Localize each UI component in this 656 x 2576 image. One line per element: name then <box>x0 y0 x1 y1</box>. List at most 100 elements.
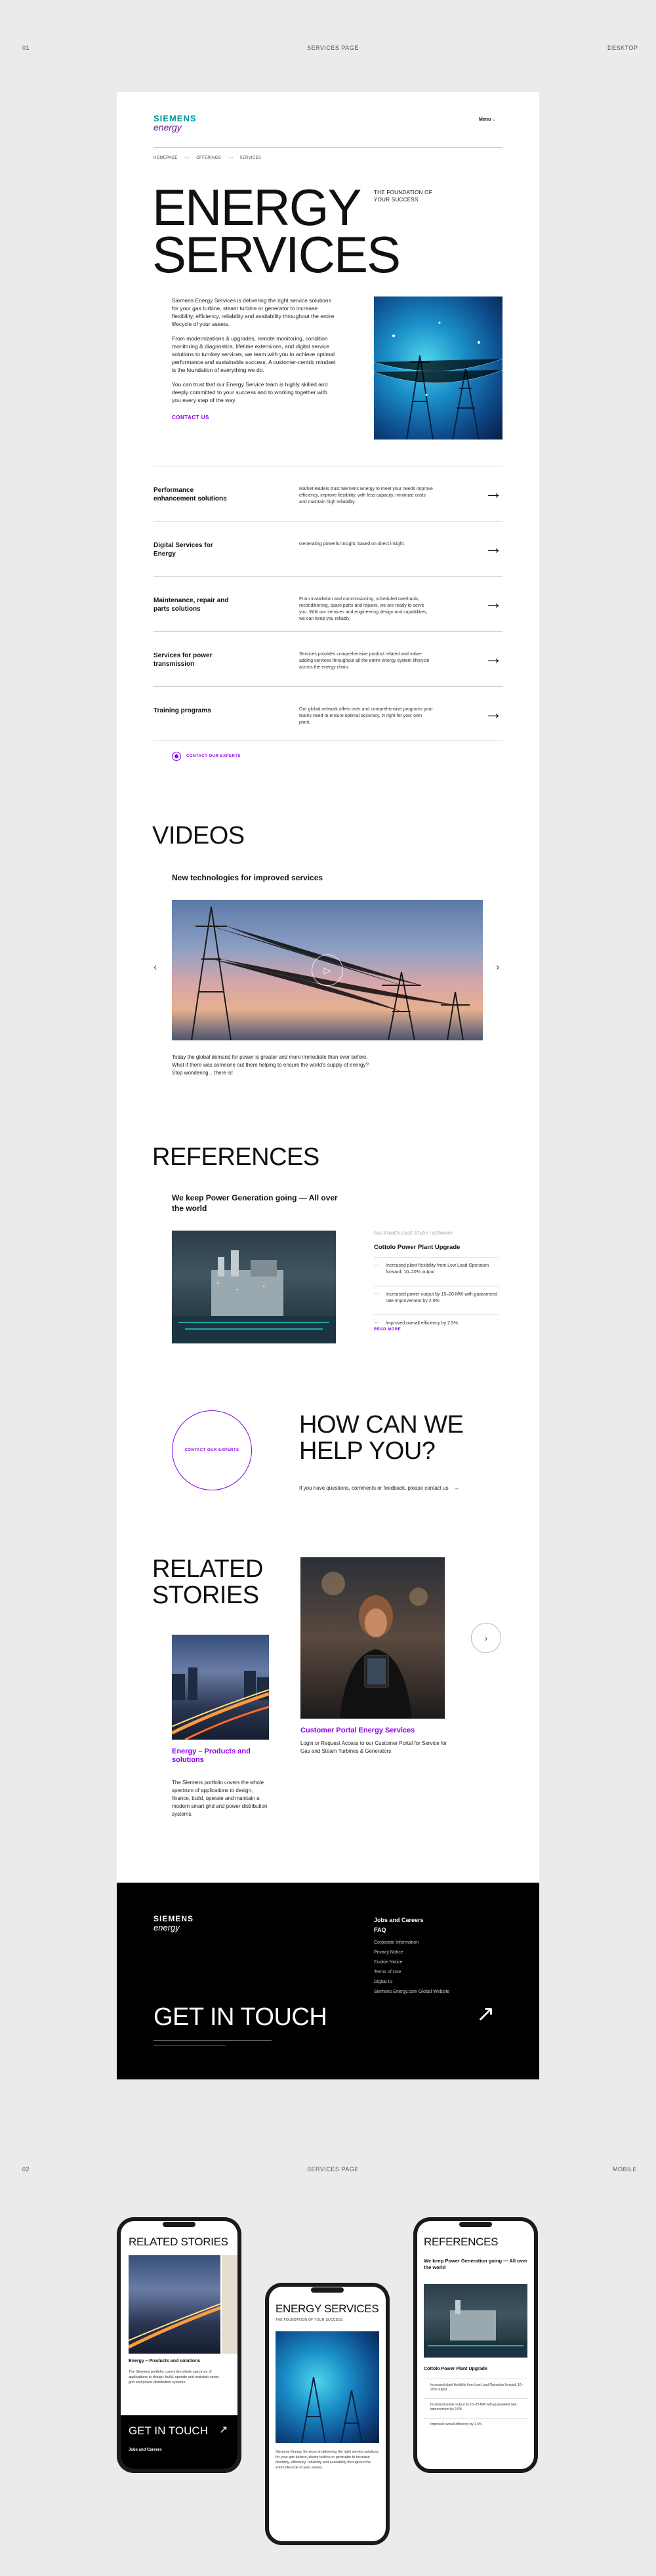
help-heading-line-1: HOW CAN WE <box>299 1411 464 1439</box>
site-footer: SIEMENS energy Jobs and Careers FAQ Corp… <box>117 1883 539 2079</box>
breadcrumb-home[interactable]: HOMEPAGE <box>154 156 178 160</box>
chevron-down-icon: ⌄ <box>492 117 497 122</box>
frame-number: 02 <box>22 2166 30 2173</box>
footer-jobs-link[interactable]: Jobs and Careers <box>374 1915 449 1925</box>
intro-paragraph-1: Siemens Energy Services is delivering th… <box>172 297 335 327</box>
case-study-title: Cottolo Power Plant Upgrade <box>374 1244 461 1251</box>
arrow-right-icon: → <box>453 1485 459 1491</box>
breadcrumb: HOMEPAGE —› OFFERINGS —› SERVICES <box>154 156 261 160</box>
dot-icon <box>172 752 181 761</box>
service-row[interactable]: Performance enhancement solutions Market… <box>154 466 502 521</box>
arrow-right-icon[interactable]: → <box>484 539 502 557</box>
mobile-city-image[interactable] <box>129 2255 220 2354</box>
mobile-services-intro: Siemens Energy Services is delivering th… <box>276 2450 379 2470</box>
story1-title[interactable]: Energy – Products and solutions <box>172 1748 270 1765</box>
references-subheading: We keep Power Generation going — All ove… <box>172 1193 338 1213</box>
menu-button[interactable]: Menu ⌄ <box>479 117 496 122</box>
service-title: Digital Services for Energy <box>154 542 213 558</box>
mobile-story-title[interactable]: Energy – Products and solutions <box>129 2359 220 2363</box>
arrow-right-icon[interactable]: → <box>484 483 502 502</box>
header-divider <box>154 147 502 148</box>
mobile-services-tagline: THE FOUNDATION OF YOUR SUCCESS <box>276 2318 343 2322</box>
mobile-hero-image <box>276 2331 379 2443</box>
video-caption: Today the global demand for power is gre… <box>172 1054 369 1076</box>
arrow-up-right-icon[interactable]: ↗ <box>476 2001 495 2027</box>
story2-title[interactable]: Customer Portal Energy Services <box>300 1727 415 1734</box>
phone-screen: ENERGY SERVICES THE FOUNDATION OF YOUR S… <box>269 2287 386 2541</box>
frame-number: 01 <box>22 45 30 51</box>
arrow-right-icon[interactable]: → <box>484 704 502 722</box>
get-in-touch-heading[interactable]: GET IN TOUCH <box>154 2003 327 2032</box>
mobile-services-heading: ENERGY SERVICES <box>276 2302 379 2315</box>
arrow-right-icon[interactable]: → <box>484 649 502 667</box>
siemens-energy-logo[interactable]: SIEMENS energy <box>154 114 197 132</box>
footer-divider <box>154 2040 272 2041</box>
footer-logo[interactable]: SIEMENS energy <box>154 1914 194 1932</box>
mobile-reference-bullet: Increased plant flexibility from Low Loa… <box>424 2379 527 2392</box>
phone-notch <box>311 2287 344 2293</box>
footer-link[interactable]: Privacy Notice <box>374 1948 449 1957</box>
hero-tagline: THE FOUNDATION OF YOUR SUCCESS <box>374 190 432 203</box>
contact-experts-circle[interactable]: CONTACT OUR EXPERTS <box>172 1410 252 1490</box>
story2-text: Login or Request Access to our Customer … <box>300 1740 447 1754</box>
mobile-references-sub: We keep Power Generation going — All ove… <box>424 2258 527 2270</box>
contact-experts-link[interactable]: CONTACT OUR EXPERTS <box>172 752 241 761</box>
videos-heading: VIDEOS <box>152 822 245 849</box>
mobile-case-title: Cottolo Power Plant Upgrade <box>424 2367 487 2371</box>
help-heading: HOW CAN WE HELP YOU? <box>299 1411 464 1465</box>
mobile-phone-services: ENERGY SERVICES THE FOUNDATION OF YOUR S… <box>265 2283 390 2545</box>
footer-link[interactable]: Digital ID <box>374 1977 449 1987</box>
carousel-next-icon[interactable]: › <box>496 962 499 973</box>
mobile-phone-related: RELATED STORIES Energy – Products and so… <box>117 2217 241 2473</box>
service-title: Performance enhancement solutions <box>154 487 227 502</box>
service-row[interactable]: Digital Services for Energy Generating p… <box>154 521 502 576</box>
footer-link[interactable]: Corporate Information <box>374 1938 449 1948</box>
carousel-prev-icon[interactable]: ‹ <box>154 962 157 973</box>
hero-image <box>374 296 502 440</box>
contact-us-link[interactable]: CONTACT US <box>172 415 209 420</box>
footer-links: Jobs and Careers FAQ Corporate Informati… <box>374 1915 449 1997</box>
frame-device: MOBILE <box>613 2166 638 2173</box>
mobile-reference-bullet: Improved overall efficiency by 2.5% <box>424 2418 527 2427</box>
references-heading: REFERENCES <box>152 1143 319 1171</box>
logo-line-2: energy <box>154 122 182 133</box>
video-player[interactable]: ▷ <box>172 900 483 1040</box>
service-row[interactable]: Maintenance, repair and parts solutions … <box>154 576 502 631</box>
help-text: If you have questions, comments or feedb… <box>299 1485 449 1491</box>
case-study-label: GAS POWER CASE STUDY / GERMANY <box>374 1232 454 1236</box>
footer-faq-link[interactable]: FAQ <box>374 1925 449 1935</box>
title-line-2: SERVICES <box>152 226 401 283</box>
play-icon[interactable]: ▷ <box>312 954 343 986</box>
mobile-next-story-peek[interactable] <box>222 2255 237 2354</box>
phone-screen: REFERENCES We keep Power Generation goin… <box>417 2221 534 2469</box>
story-next-icon[interactable]: › <box>471 1623 501 1653</box>
help-heading-line-2: HELP YOU? <box>299 1437 436 1465</box>
videos-subheading: New technologies for improved services <box>172 873 323 882</box>
footer-link[interactable]: Terms of Use <box>374 1967 449 1977</box>
service-row[interactable]: Services for power transmission Services… <box>154 631 502 686</box>
story-woman-tablet-image[interactable] <box>300 1557 445 1719</box>
arrow-right-icon[interactable]: → <box>484 594 502 612</box>
help-text-link[interactable]: If you have questions, comments or feedb… <box>299 1485 459 1491</box>
footer-link[interactable]: Siemens Energy.com Global Website <box>374 1987 449 1997</box>
story-city-image[interactable] <box>172 1635 269 1740</box>
reference-bullet: Increased power output by 15–20 MW with … <box>374 1286 499 1315</box>
story1-text: The Siemens portfolio covers the whole s… <box>172 1780 268 1817</box>
breadcrumb-offerings[interactable]: OFFERINGS <box>196 156 221 160</box>
read-more-link[interactable]: READ MORE <box>374 1328 401 1332</box>
desktop-page: SIEMENS energy Menu ⌄ HOMEPAGE —› OFFERI… <box>117 92 539 2079</box>
mobile-footer-jobs[interactable]: Jobs and Careers <box>129 2448 161 2452</box>
footer-link[interactable]: Cookie Notice <box>374 1957 449 1967</box>
breadcrumb-services[interactable]: SERVICES <box>239 156 261 160</box>
mobile-reference-bullet: Increased power output by 15–20 MW with … <box>424 2398 527 2412</box>
hero-intro: Siemens Energy Services is delivering th… <box>172 296 336 411</box>
arrow-up-right-icon[interactable]: ↗ <box>219 2423 228 2436</box>
phone-notch <box>459 2222 492 2227</box>
related-heading-line-2: STORIES <box>152 1582 259 1609</box>
mobile-footer: GET IN TOUCH ↗ Jobs and Careers <box>121 2415 237 2469</box>
service-desc: Our global network offers over and compr… <box>299 707 433 725</box>
page-title: ENERGY SERVICES <box>152 182 401 283</box>
service-row[interactable]: Training programs Our global network off… <box>154 686 502 741</box>
mobile-get-in-touch[interactable]: GET IN TOUCH <box>129 2424 208 2438</box>
contact-experts-label: CONTACT OUR EXPERTS <box>186 754 241 758</box>
